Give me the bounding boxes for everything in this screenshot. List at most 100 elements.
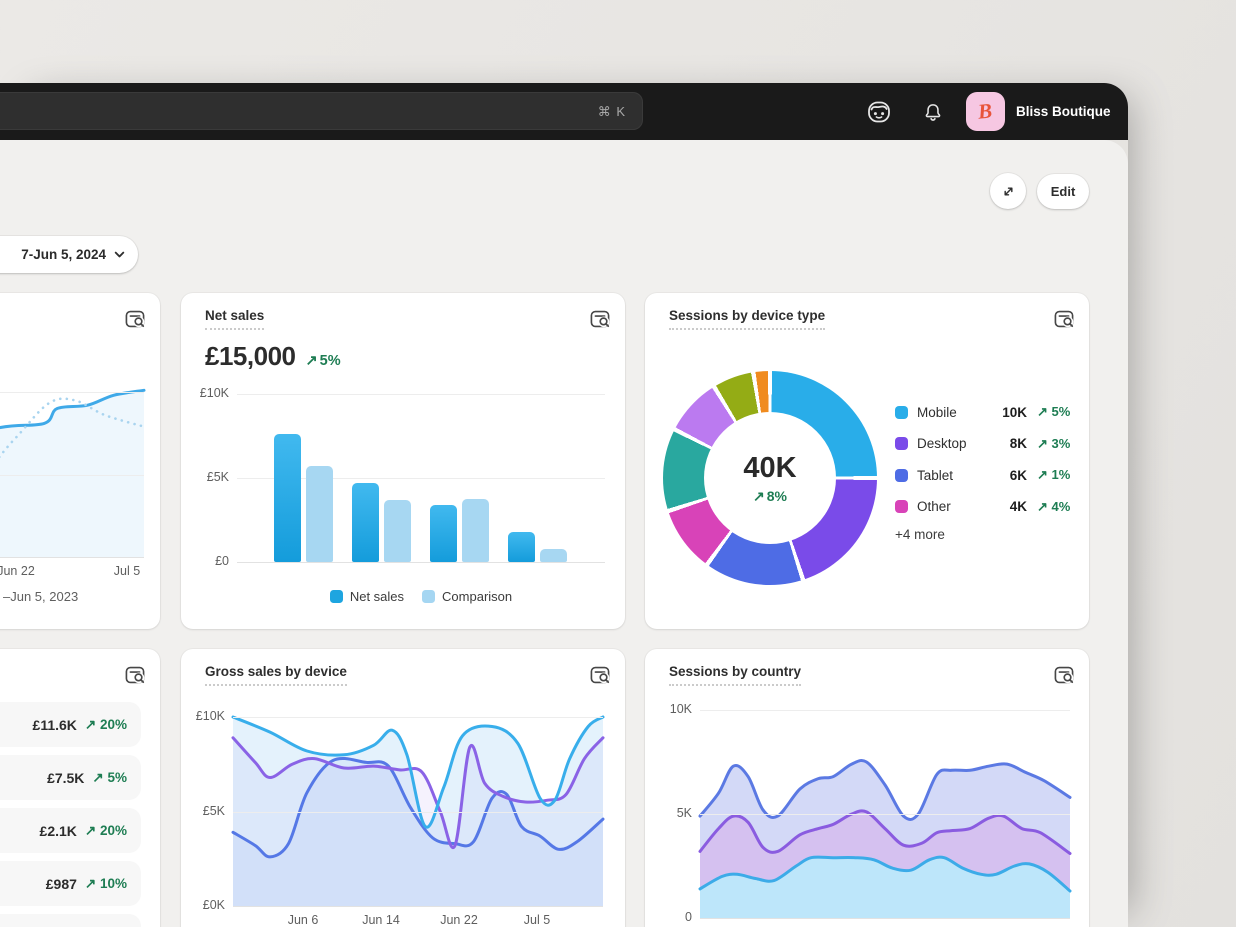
- device-type-donut-chart: 40K ↗8%: [663, 371, 877, 585]
- legend-swatch: [895, 500, 908, 513]
- search-input[interactable]: ⌘ K: [0, 92, 643, 130]
- edit-button[interactable]: Edit: [1037, 174, 1089, 209]
- net-sales-value: £15,000: [205, 341, 295, 372]
- x-axis-label: Jun 14: [349, 913, 413, 927]
- card-title[interactable]: Sessions by device type: [669, 308, 825, 330]
- donut-legend: Mobile10K↗ 5% Desktop8K↗ 3% Tablet6K↗ 1% Ot…: [895, 401, 1071, 542]
- gridline: [700, 710, 1070, 711]
- notifications-bell-icon[interactable]: [922, 101, 944, 123]
- gridline: [0, 475, 144, 476]
- gridline: [237, 394, 605, 395]
- gridline: [700, 814, 1070, 815]
- card-title[interactable]: Net sales: [205, 308, 264, 330]
- view-report-icon[interactable]: [1053, 308, 1075, 330]
- device-label: Desktop: [917, 436, 991, 451]
- list-item-change: ↗ 5%: [92, 770, 127, 786]
- expand-dashboard-button[interactable]: [990, 173, 1026, 209]
- comparison-bar: [540, 549, 567, 562]
- view-report-icon[interactable]: [1053, 664, 1075, 686]
- metric-list: £11.6K ↗ 20% £7.5K ↗ 5% £2.1K↗ 20% £987↗ 10%: [0, 702, 141, 927]
- list-item[interactable]: £11.6K ↗ 20%: [0, 702, 141, 747]
- x-axis-label: Jul 5: [505, 913, 569, 927]
- edit-button-label: Edit: [1051, 184, 1076, 199]
- device-label: Tablet: [917, 468, 991, 483]
- list-item[interactable]: [0, 914, 141, 927]
- search-shortcut-hint: ⌘ K: [598, 93, 626, 130]
- list-item[interactable]: £7.5K ↗ 5%: [0, 755, 141, 800]
- comparison-bar: [306, 466, 333, 562]
- y-axis-label: 0: [648, 910, 692, 924]
- donut-center: 40K ↗8%: [704, 412, 836, 544]
- date-range-label: 7-Jun 5, 2024: [21, 247, 106, 262]
- device-label: Mobile: [917, 405, 991, 420]
- x-axis-label: Jul 5: [95, 564, 159, 578]
- net-sales-bar: [352, 483, 379, 562]
- top-list-card: £11.6K ↗ 20% £7.5K ↗ 5% £2.1K↗ 20% £987↗ 10%: [0, 649, 160, 927]
- view-report-icon[interactable]: [124, 664, 146, 686]
- expand-diagonal-icon: [1000, 183, 1017, 200]
- list-item-change: ↗ 20%: [85, 823, 127, 839]
- list-item-value: £11.6K: [33, 717, 77, 733]
- trend-up-icon: ↗: [753, 488, 765, 504]
- list-item-value: £7.5K: [47, 770, 84, 786]
- gridline: [237, 562, 605, 563]
- y-axis-label: £0: [185, 554, 229, 568]
- legend-swatch: [895, 469, 908, 482]
- store-avatar[interactable]: B: [966, 92, 1005, 131]
- date-range-picker[interactable]: 7-Jun 5, 2024: [0, 236, 138, 273]
- legend-swatch: [330, 590, 343, 603]
- device-value: 8K: [991, 436, 1027, 451]
- view-report-icon[interactable]: [124, 308, 146, 330]
- list-item-change: ↗ 10%: [85, 876, 127, 892]
- donut-legend-row: Tablet6K↗ 1%: [895, 464, 1071, 486]
- legend-swatch: [895, 406, 908, 419]
- x-axis-label: Jun 22: [0, 564, 48, 578]
- list-item-change: ↗ 20%: [85, 717, 127, 733]
- legend-item: Net sales: [330, 589, 404, 604]
- sessions-by-country-card: Sessions by country 10K5K0: [645, 649, 1089, 927]
- device-change: ↗ 1%: [1027, 467, 1071, 483]
- legend-swatch: [422, 590, 435, 603]
- list-item[interactable]: £2.1K↗ 20%: [0, 808, 141, 853]
- y-axis-label: 5K: [648, 806, 692, 820]
- more-segments-label[interactable]: +4 more: [895, 527, 1071, 542]
- device-label: Other: [917, 499, 991, 514]
- list-item[interactable]: £987↗ 10%: [0, 861, 141, 906]
- comparison-bar: [462, 499, 489, 562]
- y-axis-label: 10K: [648, 702, 692, 716]
- trend-up-icon: ↗: [305, 353, 317, 369]
- device-change: ↗ 3%: [1027, 436, 1071, 452]
- gridline: [233, 812, 603, 813]
- sessions-change: ↗8%: [753, 488, 787, 505]
- x-axis-label: Jun 6: [271, 913, 335, 927]
- gridline: [0, 392, 144, 393]
- y-axis-label: £0K: [181, 898, 225, 912]
- country-area-chart: 10K5K0: [700, 710, 1070, 918]
- card-title[interactable]: Gross sales by device: [205, 664, 347, 686]
- card-title[interactable]: Sessions by country: [669, 664, 801, 686]
- gridline: [700, 918, 1070, 919]
- net-sales-card: Net sales £15,000 ↗5% £10K£5K£0 Net sale…: [181, 293, 625, 629]
- store-name[interactable]: Bliss Boutique: [1016, 83, 1111, 140]
- x-axis-label: Jun 22: [427, 913, 491, 927]
- net-sales-bar: [430, 505, 457, 562]
- comparison-period-caption: –Jun 5, 2023: [3, 589, 78, 604]
- net-sales-bar: [274, 434, 301, 562]
- view-report-icon[interactable]: [589, 664, 611, 686]
- donut-legend-row: Mobile10K↗ 5%: [895, 401, 1071, 423]
- top-navbar: ⌘ K B Bliss Boutique: [0, 83, 1128, 140]
- donut-legend-row: Desktop8K↗ 3%: [895, 433, 1071, 455]
- sessions-by-device-card: Sessions by device type 40K ↗8% Mobile10…: [645, 293, 1089, 629]
- y-axis-label: £5K: [181, 804, 225, 818]
- admin-window: ⌘ K B Bliss Boutique: [0, 83, 1128, 927]
- avatar-letter: B: [977, 98, 994, 124]
- gross-sales-line-chart: £10K£5K£0KJun 6Jun 14Jun 22Jul 5: [233, 717, 603, 906]
- device-value: 4K: [991, 499, 1027, 514]
- overview-metric-card: Jun 22Jul 5 –Jun 5, 2023: [0, 293, 160, 629]
- sidekick-assistant-icon[interactable]: [866, 99, 892, 125]
- y-axis-label: £5K: [185, 470, 229, 484]
- overview-line-chart: Jun 22Jul 5: [0, 392, 144, 557]
- view-report-icon[interactable]: [589, 308, 611, 330]
- legend-item: Comparison: [422, 589, 512, 604]
- chevron-down-icon: [113, 248, 126, 261]
